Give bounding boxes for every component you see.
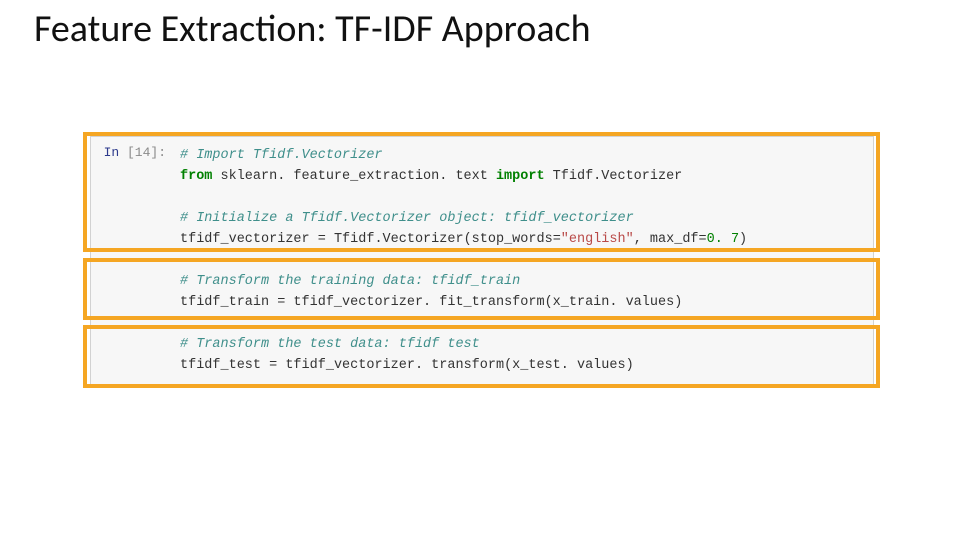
code-line-7: # Transform the training data: tfidf_tra…: [180, 274, 520, 289]
cell-prompt: In [14]:: [91, 137, 174, 160]
kw-import: import: [496, 169, 545, 184]
slide: Feature Extraction: TF-IDF Approach In […: [0, 0, 960, 540]
code-line-4: # Initialize a Tfidf.Vectorizer object: …: [180, 211, 634, 226]
code-body: # Import Tfidf.Vectorizer from sklearn. …: [174, 137, 873, 386]
prompt-in: In: [104, 145, 127, 160]
code-line-10: # Transform the test data: tfidf test: [180, 337, 480, 352]
prompt-num: [14]:: [127, 145, 166, 160]
page-title: Feature Extraction: TF-IDF Approach: [34, 6, 591, 52]
code-cell: In [14]: # Import Tfidf.Vectorizer from …: [90, 136, 874, 387]
kw-from: from: [180, 169, 212, 184]
code-cell-inner: In [14]: # Import Tfidf.Vectorizer from …: [91, 137, 873, 386]
code-line-1: # Import Tfidf.Vectorizer: [180, 148, 383, 163]
